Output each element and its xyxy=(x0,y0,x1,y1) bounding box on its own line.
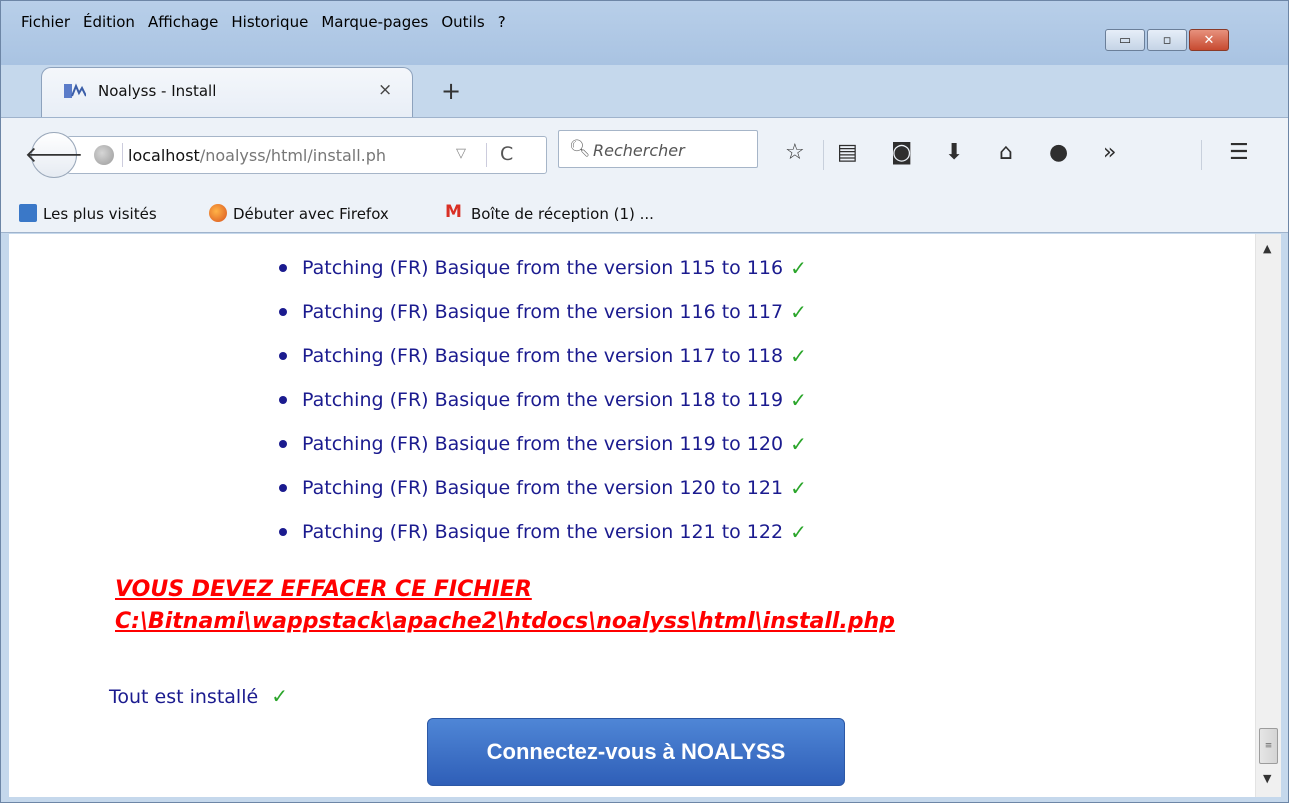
menu-affichage[interactable]: Affichage xyxy=(148,13,218,31)
bookmarks-menu-icon[interactable]: ▤ xyxy=(837,140,858,165)
installed-text: Tout est installé xyxy=(109,686,259,708)
gmail-icon: M xyxy=(445,202,462,222)
search-icon: 🔍︎ xyxy=(569,139,591,159)
reload-icon[interactable]: C xyxy=(500,143,513,165)
check-icon: ✓ xyxy=(790,300,807,324)
check-icon: ✓ xyxy=(790,256,807,280)
patch-text: Patching (FR) Basique from the version 1… xyxy=(302,433,784,455)
bullet xyxy=(279,528,287,536)
menu-help[interactable]: ? xyxy=(498,13,506,31)
check-icon: ✓ xyxy=(790,388,807,412)
bullet xyxy=(279,484,287,492)
back-arrow-icon: 🡐 xyxy=(24,143,84,168)
bullet xyxy=(279,308,287,316)
maximize-button[interactable]: ▫ xyxy=(1147,29,1187,51)
check-icon: ✓ xyxy=(790,520,807,544)
menu-outils[interactable]: Outils xyxy=(441,13,484,31)
pocket-icon[interactable]: ◙ xyxy=(891,140,912,165)
vertical-scrollbar[interactable]: ▲ ≡ ▼ xyxy=(1255,234,1281,797)
download-icon[interactable]: ⬇ xyxy=(945,140,963,165)
menu-marque-pages[interactable]: Marque-pages xyxy=(321,13,428,31)
url-dropdown-icon[interactable]: ▽ xyxy=(456,146,466,161)
patch-text: Patching (FR) Basique from the version 1… xyxy=(302,301,784,323)
tab-close-icon[interactable]: × xyxy=(378,80,392,100)
patch-text: Patching (FR) Basique from the version 1… xyxy=(302,257,784,279)
url-separator xyxy=(486,143,487,167)
noalyss-favicon-icon xyxy=(64,83,86,98)
globe-icon xyxy=(94,145,114,165)
bookmark-inbox[interactable]: Boîte de réception (1) ... xyxy=(471,205,654,223)
home-icon[interactable]: ⌂ xyxy=(999,140,1013,165)
firefox-icon xyxy=(209,204,227,222)
list-item: Patching (FR) Basique from the version 1… xyxy=(279,422,807,466)
hamburger-menu-icon[interactable]: ☰ xyxy=(1229,140,1249,165)
toolbar-separator xyxy=(823,140,824,170)
list-item: Patching (FR) Basique from the version 1… xyxy=(279,246,807,290)
connect-button[interactable]: Connectez-vous à NOALYSS xyxy=(427,718,845,786)
check-icon: ✓ xyxy=(790,344,807,368)
menu-edition[interactable]: Édition xyxy=(83,13,135,31)
scroll-down-icon[interactable]: ▼ xyxy=(1263,772,1271,785)
overflow-icon[interactable]: » xyxy=(1103,140,1116,165)
menu-fichier[interactable]: Fichier xyxy=(21,13,70,31)
title-bar: Fichier Édition Affichage Historique Mar… xyxy=(1,1,1288,65)
tab-title: Noalyss - Install xyxy=(98,82,217,100)
patch-text: Patching (FR) Basique from the version 1… xyxy=(302,521,784,543)
url-host: localhost xyxy=(128,146,200,165)
bullet xyxy=(279,352,287,360)
bullet xyxy=(279,440,287,448)
window-controls: ▭ ▫ ✕ xyxy=(1103,29,1229,51)
list-item: Patching (FR) Basique from the version 1… xyxy=(279,334,807,378)
page-content: Patching (FR) Basique from the version 1… xyxy=(9,234,1255,797)
list-item: Patching (FR) Basique from the version 1… xyxy=(279,510,807,554)
browser-window: Fichier Édition Affichage Historique Mar… xyxy=(0,0,1289,803)
url-text[interactable]: localhost/noalyss/html/install.ph xyxy=(128,146,386,165)
url-path: /noalyss/html/install.ph xyxy=(199,146,387,165)
bullet xyxy=(279,396,287,404)
check-icon: ✓ xyxy=(790,432,807,456)
bookmark-most-visited[interactable]: Les plus visités xyxy=(43,205,157,223)
check-icon: ✓ xyxy=(790,476,807,500)
menu-historique[interactable]: Historique xyxy=(231,13,308,31)
url-bar[interactable]: localhost/noalyss/html/install.ph ▽ C xyxy=(67,136,547,174)
list-item: Patching (FR) Basique from the version 1… xyxy=(279,290,807,334)
installed-status: Tout est installé ✓ xyxy=(109,684,288,708)
patch-text: Patching (FR) Basique from the version 1… xyxy=(302,345,784,367)
check-icon: ✓ xyxy=(271,684,288,708)
new-tab-button[interactable]: + xyxy=(441,77,461,105)
delete-file-warning: VOUS DEVEZ EFFACER CE FICHIER C:\Bitnami… xyxy=(115,577,895,634)
list-item: Patching (FR) Basique from the version 1… xyxy=(279,378,807,422)
patch-text: Patching (FR) Basique from the version 1… xyxy=(302,477,784,499)
menu-bar: Fichier Édition Affichage Historique Mar… xyxy=(21,13,506,31)
tab-noalyss-install[interactable]: Noalyss - Install × xyxy=(41,67,413,117)
bookmark-getting-started[interactable]: Débuter avec Firefox xyxy=(233,205,389,223)
chat-icon[interactable]: ● xyxy=(1049,140,1068,165)
bookmark-star-icon[interactable]: ☆ xyxy=(785,140,805,165)
search-placeholder: Rechercher xyxy=(593,141,685,160)
bullet xyxy=(279,264,287,272)
close-window-button[interactable]: ✕ xyxy=(1189,29,1229,51)
bookmarks-toolbar: Les plus visités Débuter avec Firefox M … xyxy=(1,193,1288,233)
url-separator xyxy=(122,143,123,167)
toolbar-separator xyxy=(1201,140,1202,170)
list-item: Patching (FR) Basique from the version 1… xyxy=(279,466,807,510)
scrollbar-thumb[interactable]: ≡ xyxy=(1259,728,1278,764)
back-button[interactable]: 🡐 xyxy=(25,132,84,178)
scroll-up-icon[interactable]: ▲ xyxy=(1263,242,1271,255)
search-input[interactable]: 🔍︎ Rechercher xyxy=(558,130,758,168)
most-visited-icon xyxy=(19,204,37,222)
navigation-toolbar: localhost/noalyss/html/install.ph ▽ C 🡐 … xyxy=(1,117,1288,193)
patch-text: Patching (FR) Basique from the version 1… xyxy=(302,389,784,411)
minimize-button[interactable]: ▭ xyxy=(1105,29,1145,51)
patch-list: Patching (FR) Basique from the version 1… xyxy=(279,246,807,554)
